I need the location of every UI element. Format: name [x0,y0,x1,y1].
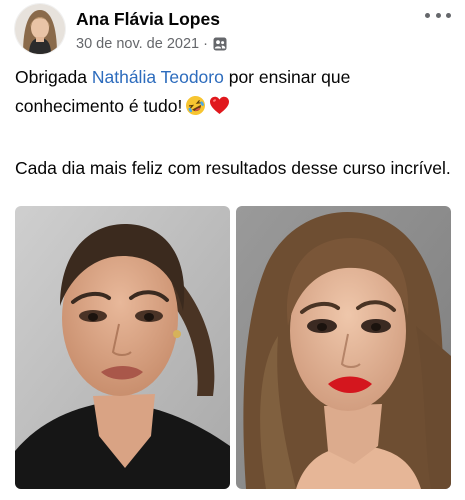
meta-separator: · [203,36,208,52]
post-date[interactable]: 30 de nov. de 2021 [76,36,199,52]
post-photo-1[interactable] [15,206,230,489]
post-meta: 30 de nov. de 2021 · [76,36,227,52]
author-name[interactable]: Ana Flávia Lopes [76,9,220,30]
post-text: Obrigada Nathália Teodoro por ensinar qu… [15,63,455,183]
post-photo-2[interactable] [236,206,451,489]
facebook-post: Ana Flávia Lopes 30 de nov. de 2021 · Ob… [0,0,465,500]
friends-icon[interactable] [213,37,227,51]
author-avatar[interactable] [15,4,65,54]
rolling-on-floor-laughing-emoji [185,95,206,125]
more-options-icon[interactable] [425,6,451,24]
post-text-paragraph-2: Cada dia mais feliz com resultados desse… [15,158,451,178]
mention-link[interactable]: Nathália Teodoro [92,67,224,87]
red-heart-emoji [209,95,230,125]
post-text-paragraph-1: Obrigada Nathália Teodoro por ensinar qu… [15,63,455,125]
